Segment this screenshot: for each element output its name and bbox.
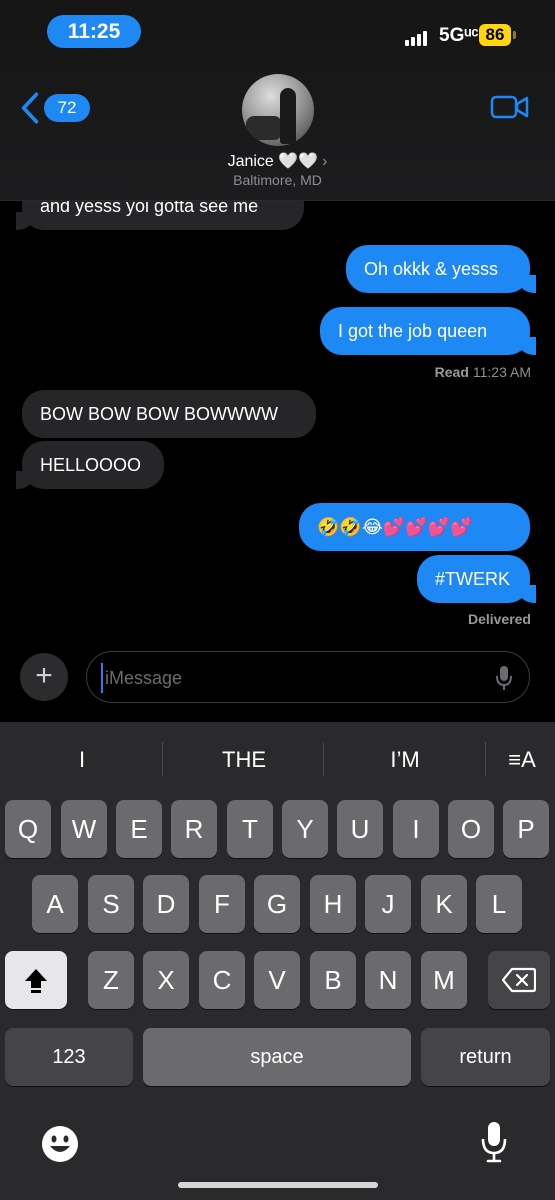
apps-plus-button[interactable]: + <box>20 653 68 701</box>
status-time[interactable]: 11:25 <box>47 15 141 48</box>
key[interactable]: B <box>310 951 356 1009</box>
return-key[interactable]: return <box>421 1028 550 1086</box>
home-indicator[interactable] <box>178 1182 378 1188</box>
key[interactable]: U <box>337 800 383 858</box>
key[interactable]: G <box>254 875 300 933</box>
key[interactable]: Z <box>88 951 134 1009</box>
format-options-button[interactable]: ≡A <box>500 742 544 778</box>
read-time: 11:23 AM <box>472 364 531 380</box>
key[interactable]: C <box>199 951 245 1009</box>
key[interactable]: L <box>476 875 522 933</box>
contact-avatar[interactable] <box>242 74 314 146</box>
key[interactable]: E <box>116 800 162 858</box>
back-chevron-icon <box>21 92 39 124</box>
message-input[interactable] <box>101 663 487 693</box>
back-button[interactable]: 72 <box>20 88 90 128</box>
battery-level: 86 <box>479 24 511 46</box>
key[interactable]: Y <box>282 800 328 858</box>
message-bubble-incoming[interactable]: BOW BOW BOW BOWWWW <box>22 390 316 438</box>
suggestion-2[interactable]: THE <box>164 742 324 778</box>
predictive-bar: I THE I’M ≡A <box>0 722 555 798</box>
emoji-icon[interactable] <box>40 1124 80 1164</box>
shift-icon <box>25 969 47 993</box>
key[interactable]: F <box>199 875 245 933</box>
contact-location: Baltimore, MD <box>233 172 322 188</box>
key[interactable]: M <box>421 951 467 1009</box>
suggestion-divider <box>162 742 163 776</box>
avatar-person-shape <box>280 88 296 144</box>
status-bar: 11:25 5Gᵘᶜ 86 <box>0 0 555 64</box>
message-bubble-outgoing[interactable]: I got the job queen <box>320 307 536 355</box>
suggestion-divider <box>485 742 486 776</box>
contact-name[interactable]: Janice 🤍🤍 › <box>0 151 555 171</box>
space-key[interactable]: space <box>143 1028 411 1086</box>
key[interactable]: K <box>421 875 467 933</box>
message-bubble-outgoing[interactable]: Oh okkk & yesss <box>346 245 536 293</box>
key[interactable]: A <box>32 875 78 933</box>
key[interactable]: H <box>310 875 356 933</box>
read-label: Read <box>434 364 469 380</box>
suggestion-divider <box>323 742 324 776</box>
message-bubble-outgoing[interactable]: 🤣🤣😂💕💕💕💕 <box>299 503 530 551</box>
message-bubble-incoming[interactable]: HELLOOOO <box>16 441 164 489</box>
key[interactable]: J <box>365 875 411 933</box>
network-type: 5Gᵘᶜ <box>439 25 479 46</box>
delivered-status: Delivered <box>467 611 531 627</box>
cellular-signal-icon <box>405 30 431 46</box>
plus-icon: + <box>35 659 53 692</box>
contact-chevron-icon: › <box>322 153 328 170</box>
read-receipt: Read 11:23 AM <box>435 364 531 380</box>
message-field[interactable] <box>86 651 530 703</box>
key[interactable]: W <box>61 800 107 858</box>
key[interactable]: S <box>88 875 134 933</box>
key[interactable]: P <box>503 800 549 858</box>
delete-icon <box>501 967 537 993</box>
key[interactable]: I <box>393 800 439 858</box>
suggestion-3[interactable]: I’M <box>325 742 485 778</box>
keyboard: I THE I’M ≡A Q W E R T Y U I O P A S D F… <box>0 722 555 1200</box>
video-camera-icon[interactable] <box>490 93 530 121</box>
delete-key[interactable] <box>488 951 550 1009</box>
key[interactable]: R <box>171 800 217 858</box>
key[interactable]: T <box>227 800 273 858</box>
contact-name-text: Janice 🤍🤍 <box>227 153 319 170</box>
shift-key[interactable] <box>5 951 67 1009</box>
message-bubble-outgoing[interactable]: #TWERK <box>417 555 536 603</box>
numbers-key[interactable]: 123 <box>5 1028 133 1086</box>
microphone-icon[interactable] <box>495 664 513 692</box>
suggestion-1[interactable]: I <box>2 742 162 778</box>
avatar-car-shape <box>246 116 282 140</box>
key[interactable]: X <box>143 951 189 1009</box>
dictation-icon[interactable] <box>480 1120 508 1164</box>
key[interactable]: D <box>143 875 189 933</box>
battery-tip <box>513 31 516 39</box>
unread-count-badge: 72 <box>44 94 90 122</box>
key[interactable]: O <box>448 800 494 858</box>
key[interactable]: Q <box>5 800 51 858</box>
key[interactable]: V <box>254 951 300 1009</box>
key[interactable]: N <box>365 951 411 1009</box>
